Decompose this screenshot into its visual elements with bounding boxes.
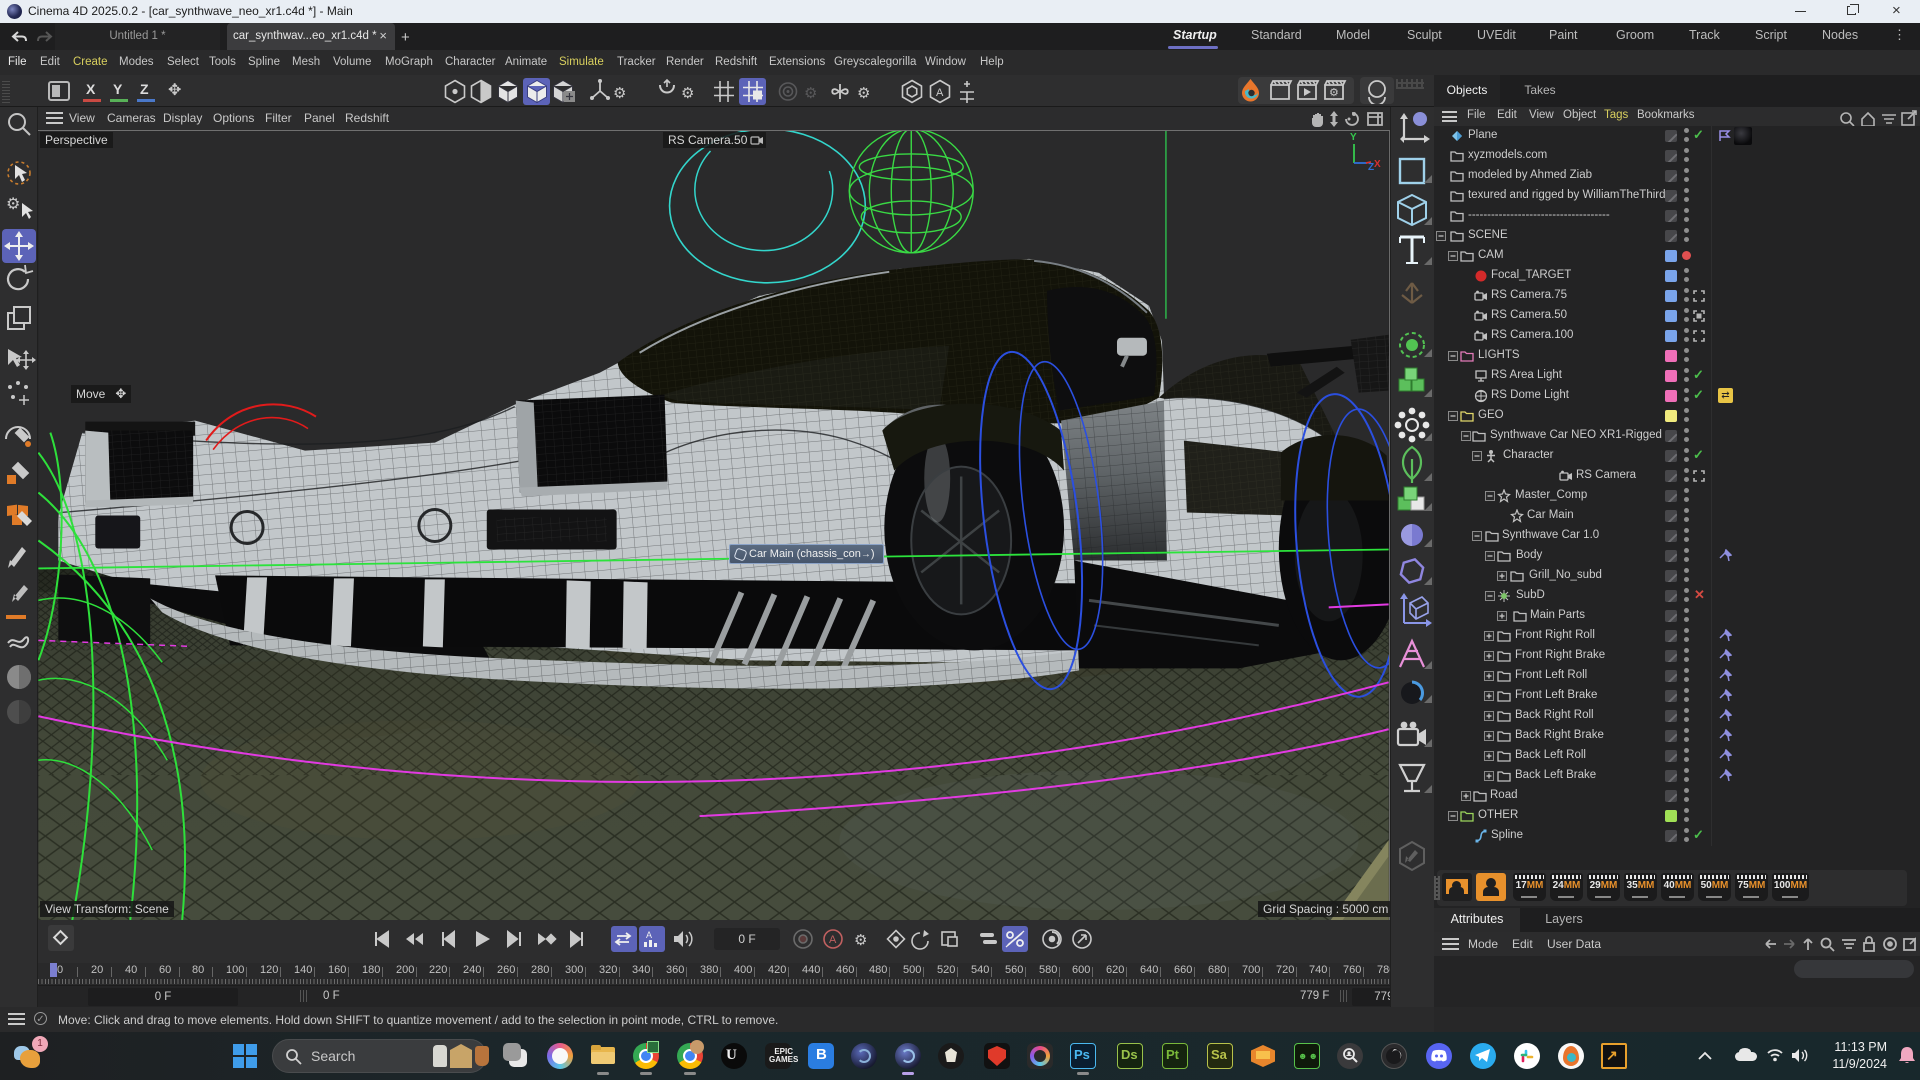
svg-text:A: A	[646, 930, 652, 940]
svg-text:⚙: ⚙	[854, 932, 867, 949]
svg-text:⚙: ⚙	[804, 85, 817, 102]
svg-text:⚙: ⚙	[1329, 87, 1339, 99]
svg-text:A: A	[829, 934, 837, 946]
svg-text:⚙: ⚙	[6, 196, 20, 213]
svg-text:⚙: ⚙	[857, 85, 870, 102]
svg-text:Y: Y	[1350, 132, 1357, 143]
svg-text:A: A	[936, 87, 944, 99]
svg-text:X: X	[1374, 159, 1381, 170]
svg-text:⚙: ⚙	[681, 85, 694, 102]
svg-text:⚙: ⚙	[613, 85, 626, 102]
